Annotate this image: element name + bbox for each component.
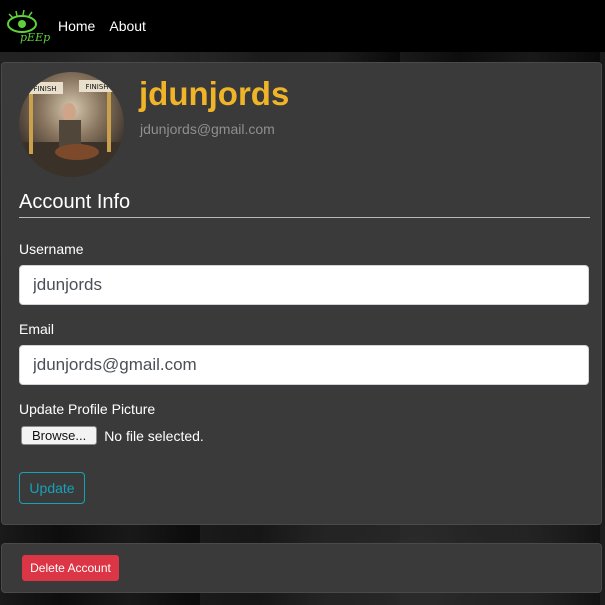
danger-card: Delete Account [1, 543, 602, 593]
username-input[interactable] [19, 265, 589, 305]
email-input[interactable] [19, 345, 589, 385]
avatar: FINISH FINISH [19, 72, 124, 177]
delete-account-button[interactable]: Delete Account [22, 555, 119, 581]
avatar-sign-right: FINISH [85, 83, 108, 91]
profile-username: jdunjords [139, 75, 290, 112]
file-picker: Browse... No file selected. [21, 426, 204, 445]
brand-text: pEEp [20, 31, 51, 44]
nav-link-about[interactable]: About [105, 18, 150, 34]
email-label: Email [19, 321, 55, 337]
brand-logo[interactable]: pEEp [4, 4, 51, 48]
update-button[interactable]: Update [19, 472, 85, 504]
picture-label: Update Profile Picture [19, 401, 156, 417]
account-card: FINISH FINISH jdunjords jdunjords@gmail.… [1, 62, 602, 525]
username-label: Username [19, 241, 84, 257]
form-legend: Account Info [19, 191, 590, 218]
avatar-sign-left: FINISH [33, 85, 56, 93]
profile-email: jdunjords@gmail.com [140, 121, 275, 137]
nav-link-home[interactable]: Home [54, 18, 99, 34]
navbar: pEEp Home About [0, 0, 605, 52]
file-status: No file selected. [104, 427, 204, 444]
avatar-image: FINISH FINISH [19, 80, 124, 177]
browse-button[interactable]: Browse... [21, 426, 98, 445]
